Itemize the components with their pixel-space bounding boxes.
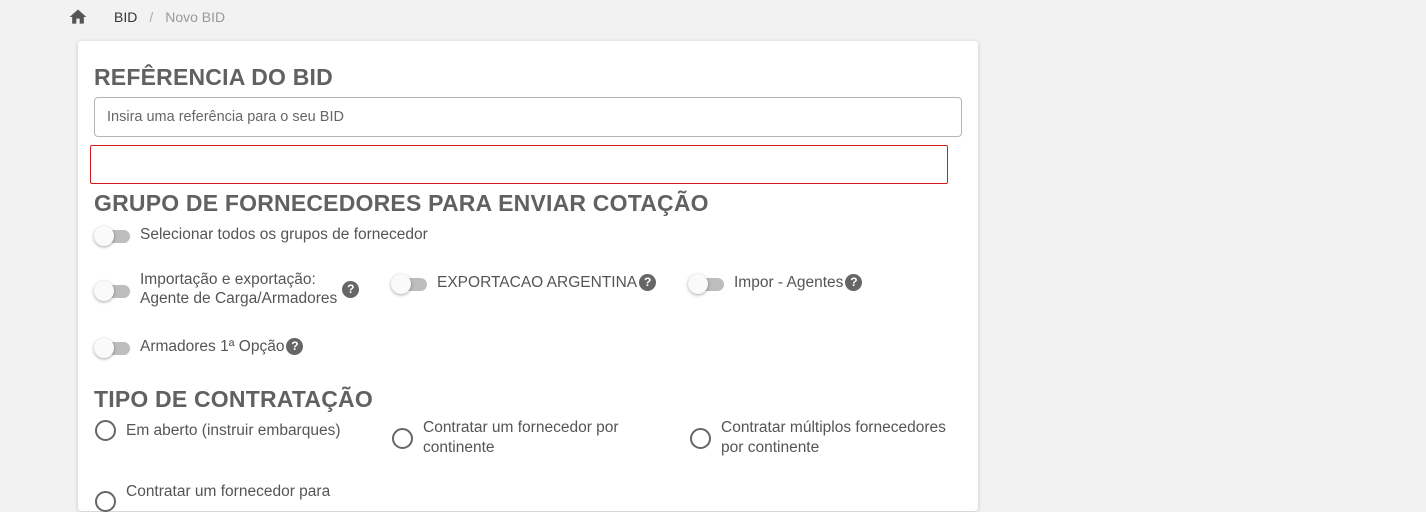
group-toggle-importacao[interactable] bbox=[94, 279, 132, 301]
radio-label-line2: por continente bbox=[721, 439, 820, 456]
group-label-exportacao-argentina: EXPORTACAO ARGENTINA bbox=[437, 273, 638, 291]
breadcrumb: BID / Novo BID bbox=[68, 6, 225, 28]
radio-label-em-aberto: Em aberto (instruir embarques) bbox=[126, 421, 341, 439]
radio-label-um-fornecedor-para: Contratar um fornecedor para bbox=[126, 483, 331, 500]
group-toggle-impor-agentes[interactable] bbox=[688, 272, 726, 294]
radio-em-aberto[interactable] bbox=[95, 420, 116, 441]
reference-error-box bbox=[90, 145, 948, 184]
reference-title: REFÊRENCIA DO BID bbox=[94, 64, 333, 90]
home-icon[interactable] bbox=[68, 7, 88, 27]
group-toggle-exportacao-argentina[interactable] bbox=[391, 272, 429, 294]
radio-um-fornecedor-por-continente[interactable] bbox=[392, 427, 413, 449]
select-all-groups-toggle[interactable] bbox=[94, 224, 132, 246]
reference-input[interactable] bbox=[94, 97, 962, 137]
help-icon[interactable]: ? bbox=[342, 280, 360, 298]
select-all-groups-row: Selecionar todos os grupos de fornecedor bbox=[94, 224, 428, 246]
group-toggle-armadores[interactable] bbox=[94, 336, 132, 358]
select-all-groups-label: Selecionar todos os grupos de fornecedor bbox=[140, 225, 428, 243]
contract-type-title: TIPO DE CONTRATAÇÃO bbox=[94, 386, 373, 412]
supplier-groups-title: GRUPO DE FORNECEDORES PARA ENVIAR COTAÇÃ… bbox=[94, 190, 709, 216]
radio-um-fornecedor-para[interactable] bbox=[95, 491, 116, 512]
group-item: EXPORTACAO ARGENTINA ? bbox=[391, 272, 657, 294]
breadcrumb-link-bid[interactable]: BID bbox=[114, 9, 137, 25]
radio-label-multiplos: Contratar múltiplos fornecedores por con… bbox=[721, 418, 946, 458]
contract-option: Em aberto (instruir embarques) bbox=[95, 420, 341, 441]
help-icon[interactable]: ? bbox=[845, 273, 863, 291]
help-icon[interactable]: ? bbox=[286, 337, 304, 355]
radio-label-line1: Contratar múltiplos fornecedores bbox=[721, 419, 946, 436]
group-item: Importação e exportação: Agente de Carga… bbox=[94, 270, 360, 308]
group-label-importacao: Importação e exportação: Agente de Carga… bbox=[140, 270, 337, 308]
breadcrumb-separator: / bbox=[149, 9, 154, 25]
contract-option: Contratar um fornecedor para bbox=[95, 482, 330, 512]
group-item: Impor - Agentes ? bbox=[688, 272, 863, 294]
group-label-impor-agentes: Impor - Agentes bbox=[734, 273, 844, 291]
bid-form-card: REFÊRENCIA DO BID GRUPO DE FORNECEDORES … bbox=[78, 41, 978, 512]
group-item: Armadores 1ª Opção ? bbox=[94, 336, 304, 358]
group-label-line1: Importação e exportação: bbox=[140, 271, 316, 288]
radio-label-um-fornecedor: Contratar um fornecedor por continente bbox=[423, 418, 619, 458]
group-label-armadores: Armadores 1ª Opção bbox=[140, 337, 285, 355]
contract-option: Contratar múltiplos fornecedores por con… bbox=[690, 418, 946, 458]
breadcrumb-current: Novo BID bbox=[165, 9, 226, 25]
radio-multiplos-fornecedores[interactable] bbox=[690, 427, 711, 449]
help-icon[interactable]: ? bbox=[639, 273, 657, 291]
radio-label-line1: Contratar um fornecedor por bbox=[423, 419, 619, 436]
contract-option: Contratar um fornecedor por continente bbox=[392, 418, 619, 458]
radio-label-line2: continente bbox=[423, 439, 495, 456]
group-label-line2: Agente de Carga/Armadores bbox=[140, 290, 338, 307]
